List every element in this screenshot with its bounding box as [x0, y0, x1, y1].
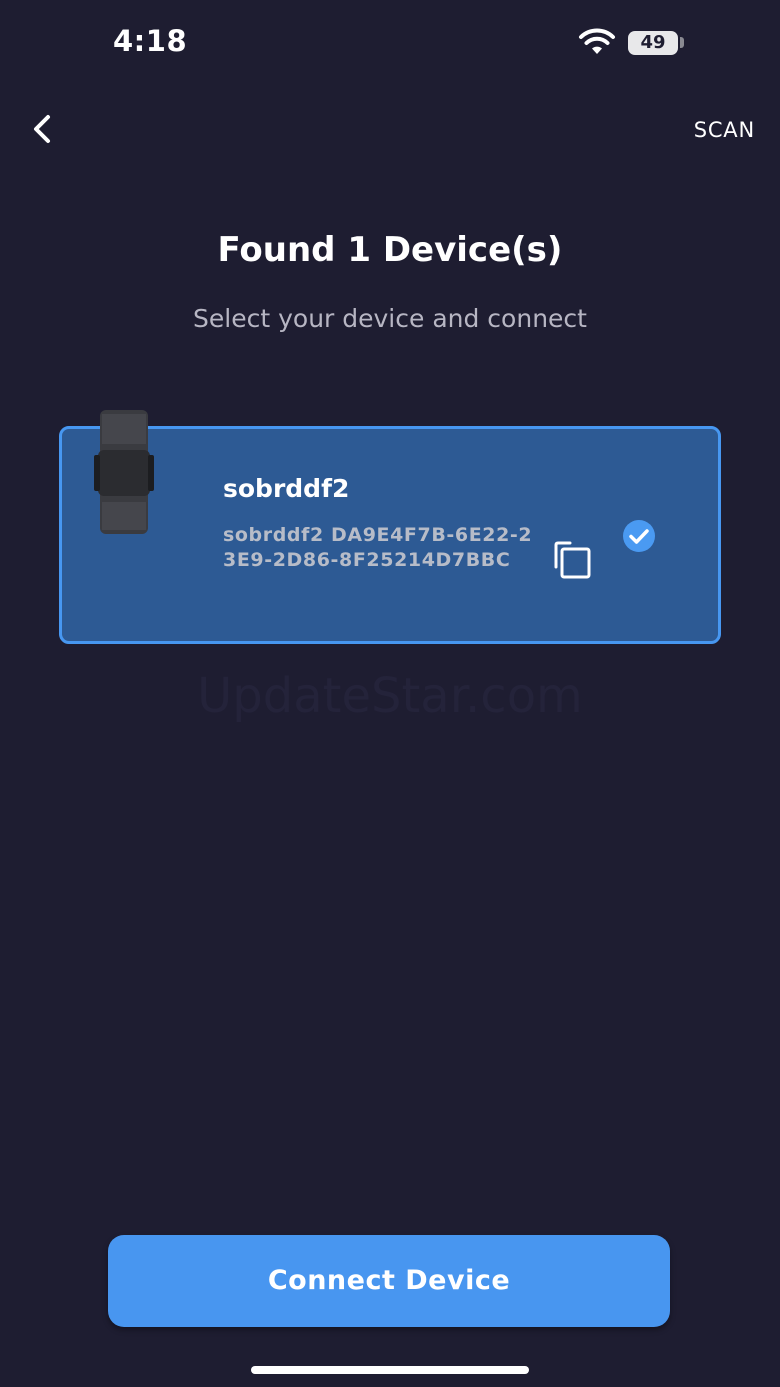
status-time: 4:18	[113, 24, 188, 58]
back-button[interactable]	[20, 108, 64, 152]
page-title: Found 1 Device(s)	[217, 230, 563, 270]
device-identifier: sobrddf2 DA9E4F7B-6E22-23E9-2D86-8F25214…	[223, 524, 533, 571]
home-indicator	[251, 1366, 529, 1374]
wristband-device-image	[94, 410, 154, 534]
page-subtitle: Select your device and connect	[193, 304, 587, 333]
battery-icon: 49	[628, 31, 678, 55]
check-circle-icon	[623, 520, 655, 552]
wifi-icon	[579, 28, 615, 54]
copy-icon[interactable]	[552, 540, 596, 580]
chevron-left-icon	[34, 115, 50, 143]
device-name: sobrddf2	[223, 474, 350, 503]
connect-device-button[interactable]: Connect Device	[108, 1235, 670, 1327]
watermark: UpdateStar.com	[197, 668, 583, 724]
scan-button[interactable]: SCAN	[694, 118, 755, 142]
battery-nub	[680, 37, 684, 48]
